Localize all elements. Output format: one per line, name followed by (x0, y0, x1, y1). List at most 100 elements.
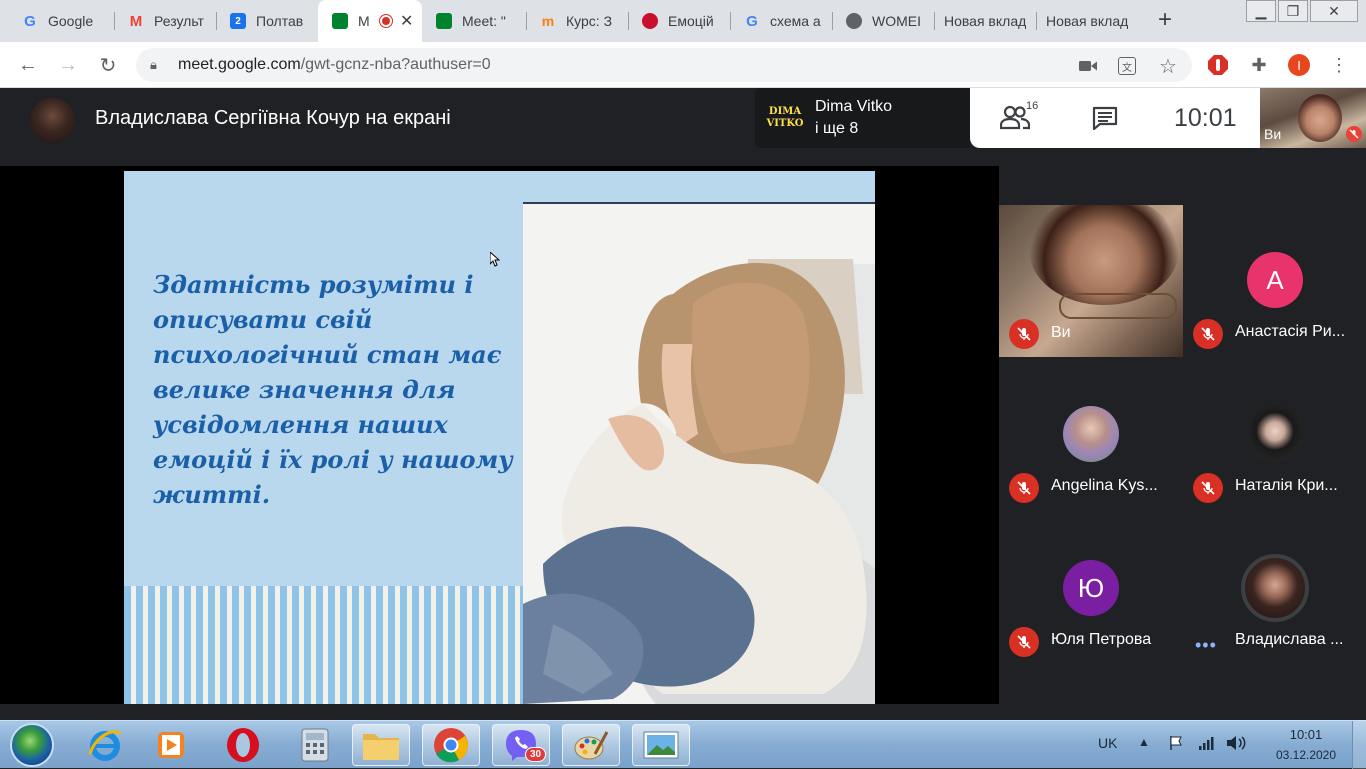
close-window-button[interactable]: ✕ (1310, 0, 1358, 22)
address-bar[interactable]: 🔒︎ meet.google.com/gwt-gcnz-nba?authuser… (136, 48, 1192, 82)
reload-button[interactable]: ↻ (94, 51, 122, 79)
viber-badge: 30 (525, 747, 547, 762)
volume-icon[interactable] (1226, 735, 1246, 751)
slide-stripes (124, 586, 523, 704)
mic-off-icon (1193, 319, 1223, 349)
show-desktop-button[interactable] (1352, 721, 1366, 769)
mic-off-icon (1009, 473, 1039, 503)
language-indicator[interactable]: UK (1098, 735, 1117, 751)
url-host: meet.google.com (178, 56, 301, 73)
windows-start-button[interactable] (10, 723, 54, 767)
taskbar-clock-time[interactable]: 10:01 (1284, 727, 1328, 742)
participant-avatar (1247, 406, 1303, 462)
tab-women[interactable]: WOMEI (832, 0, 934, 42)
speaking-indicator-icon: ••• (1195, 635, 1217, 655)
chrome-icon[interactable] (422, 724, 480, 766)
self-video-glasses (1059, 293, 1177, 319)
participant-avatar: A (1247, 252, 1303, 308)
active-speaker-box[interactable]: DIMA VITKO Dima Vitko і ще 8 (755, 88, 970, 148)
media-player-icon[interactable] (142, 724, 200, 766)
camera-in-use-icon[interactable] (1078, 56, 1098, 76)
tab-title: Новая вклад (1046, 13, 1129, 29)
self-view-thumbnail[interactable]: Ви (1260, 88, 1366, 148)
url-text[interactable]: meet.google.com/gwt-gcnz-nba?authuser=0 (178, 56, 491, 74)
tab-title: Meet: " (462, 13, 506, 29)
gmail-icon: M (129, 12, 143, 30)
meet-bottom-gap (0, 704, 1366, 720)
tab-title: Новая вклад (944, 13, 1027, 29)
participant-name: Наталія Кри... (1235, 477, 1338, 494)
tray-expand-icon[interactable]: ▲ (1138, 735, 1150, 749)
tab-meet-2[interactable]: Meet: " (422, 0, 526, 42)
file-explorer-icon[interactable] (352, 724, 410, 766)
participant-name: Angelina Kys... (1051, 477, 1158, 494)
adblock-icon[interactable] (1207, 54, 1229, 76)
tab-gmail[interactable]: M Результ (114, 0, 216, 42)
participant-grid: Ви A Анастасія Ри... Angelina Kys... Нат… (999, 166, 1366, 704)
participant-count: 16 (1026, 100, 1039, 112)
tab-meet-active[interactable]: M ✕ (318, 0, 422, 42)
paint-icon[interactable] (562, 724, 620, 766)
photo-viewer-icon[interactable] (632, 724, 690, 766)
presentation-icon (642, 13, 658, 29)
participant-avatar: Ю (1063, 560, 1119, 616)
participant-tile-self[interactable]: Ви (999, 166, 1183, 357)
participant-avatar (1241, 554, 1309, 622)
tab-course[interactable]: m Курс: З (526, 0, 628, 42)
presentation-stage: Здатність розуміти і описувати свій псих… (0, 166, 999, 704)
moodle-icon: m (541, 13, 555, 29)
participant-tile-nataliia[interactable]: Наталія Кри... (1183, 359, 1366, 511)
forward-button[interactable]: → (54, 51, 82, 79)
browser-toolbar: ← → ↻ 🔒︎ meet.google.com/gwt-gcnz-nba?au… (0, 42, 1366, 88)
presenter-avatar (30, 98, 75, 143)
participant-name: Владислава ... (1235, 631, 1344, 648)
tab-title: Google (48, 13, 94, 29)
tab-title: Курс: З (566, 13, 613, 29)
self-view-label: Ви (1264, 126, 1282, 142)
taskbar-clock-date[interactable]: 03.12.2020 (1268, 748, 1344, 762)
chat-icon[interactable] (1092, 106, 1118, 130)
opera-icon[interactable] (214, 724, 272, 766)
tab-new-2[interactable]: Новая вклад (1036, 0, 1136, 42)
restore-button[interactable]: ❐ (1278, 0, 1308, 22)
globe-icon (846, 13, 862, 29)
bookmark-star-icon[interactable]: ☆ (1158, 56, 1178, 78)
tab-title: WOMEI (872, 13, 921, 29)
participant-name: Анастасія Ри... (1235, 323, 1346, 340)
google-icon: G (746, 12, 758, 30)
back-button[interactable]: ← (14, 51, 42, 79)
minimize-button[interactable]: ▁ (1246, 0, 1276, 22)
translate-icon[interactable]: 文 (1118, 57, 1136, 75)
internet-explorer-icon[interactable] (76, 724, 134, 766)
tab-title: M (358, 13, 370, 29)
participant-tile-anastasiia[interactable]: A Анастасія Ри... (1183, 205, 1366, 357)
tab-scheme[interactable]: G схема а (730, 0, 832, 42)
participant-tile-yulia[interactable]: Ю Юля Петрова (999, 513, 1183, 665)
participant-avatar (1063, 406, 1119, 462)
viber-icon[interactable]: 30 (492, 724, 550, 766)
tab-title: Результ (154, 13, 204, 29)
tab-calendar[interactable]: 2 Полтав (216, 0, 318, 42)
meeting-clock: 10:01 (1174, 104, 1237, 132)
participant-tile-angelina[interactable]: Angelina Kys... (999, 359, 1183, 511)
action-center-flag-icon[interactable] (1168, 735, 1184, 751)
close-tab-icon[interactable]: ✕ (400, 11, 413, 31)
tab-title: Полтав (256, 13, 304, 29)
self-view-video (1298, 94, 1342, 142)
windows-taskbar: 30 UK ▲ 10:01 03.12.2020 (0, 720, 1366, 769)
new-tab-button[interactable]: + (1152, 8, 1178, 34)
network-signal-icon[interactable] (1198, 735, 1214, 751)
speaker-logo-line1: DIMA (768, 106, 802, 117)
speaker-name: Dima Vitko (815, 98, 893, 115)
slide-top-strip (523, 171, 875, 203)
mic-off-icon (1193, 473, 1223, 503)
tab-new-1[interactable]: Новая вклад (934, 0, 1036, 42)
lock-icon: 🔒︎ (150, 57, 157, 72)
tab-google[interactable]: G Google (8, 0, 114, 42)
tab-emotions[interactable]: Емоцій (628, 0, 730, 42)
participant-tile-vladyslava[interactable]: ••• Владислава ... (1183, 513, 1366, 665)
profile-avatar[interactable]: I (1288, 54, 1310, 76)
calculator-icon[interactable] (286, 724, 344, 766)
browser-menu-icon[interactable]: ⋮ (1328, 54, 1350, 76)
extensions-puzzle-icon[interactable]: ✚ (1248, 54, 1270, 76)
